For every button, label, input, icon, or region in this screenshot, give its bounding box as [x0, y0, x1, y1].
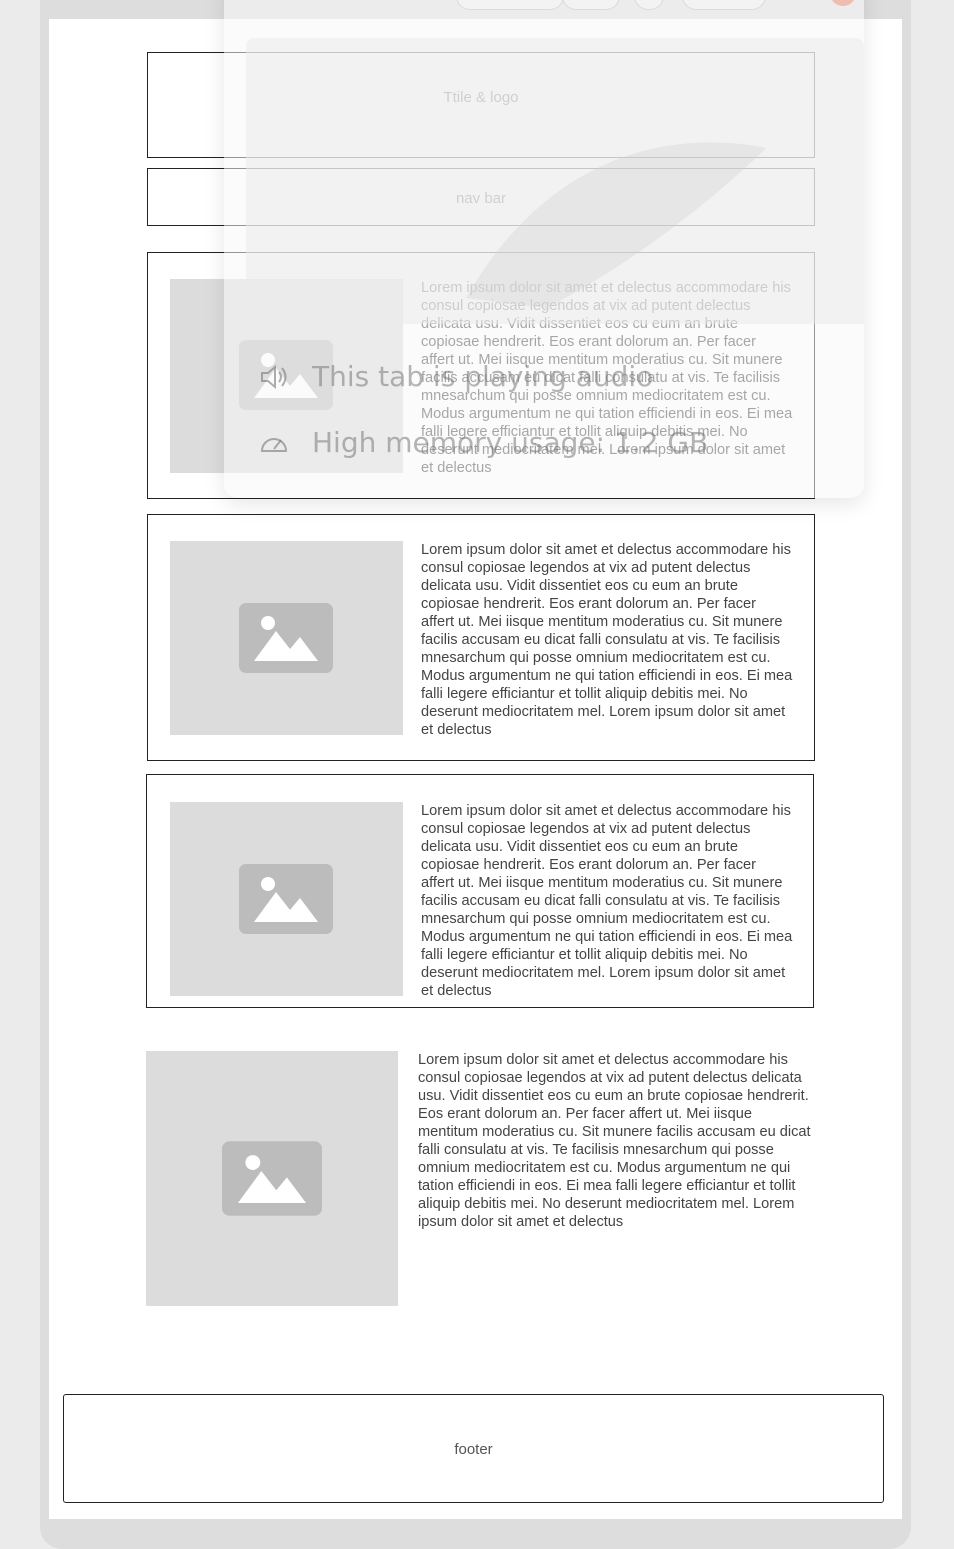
article-text: Lorem ipsum dolor sit amet et delectus a…: [421, 803, 793, 999]
image-placeholder: [146, 1051, 398, 1306]
footer-label: footer: [454, 1441, 493, 1458]
image-icon: [239, 603, 333, 673]
article-card-3: Lorem ipsum dolor sit amet et delectus a…: [146, 774, 814, 1008]
image-icon: [222, 1141, 322, 1216]
nav-bar-box[interactable]: nav bar: [147, 168, 815, 226]
image-icon: [239, 864, 333, 934]
article-text: Lorem ipsum dolor sit amet et delectus a…: [421, 280, 793, 476]
image-placeholder: [170, 802, 403, 996]
page-content: Ttile & logo nav bar Lorem ipsum dolor s…: [49, 19, 902, 1519]
article-card-1: Lorem ipsum dolor sit amet et delectus a…: [147, 252, 815, 499]
article-card-4: Lorem ipsum dolor sit amet et delectus a…: [146, 1051, 815, 1306]
image-icon: [239, 340, 333, 410]
article-text: Lorem ipsum dolor sit amet et delectus a…: [418, 1052, 811, 1230]
image-placeholder: [170, 541, 403, 735]
header-title-logo-box: Ttile & logo: [147, 52, 815, 158]
image-placeholder: [170, 279, 403, 473]
article-text: Lorem ipsum dolor sit amet et delectus a…: [421, 542, 793, 738]
footer-box: footer: [63, 1394, 884, 1503]
article-card-2: Lorem ipsum dolor sit amet et delectus a…: [147, 514, 815, 761]
header-title-logo-label: Ttile & logo: [443, 89, 519, 106]
nav-bar-label: nav bar: [455, 190, 507, 207]
